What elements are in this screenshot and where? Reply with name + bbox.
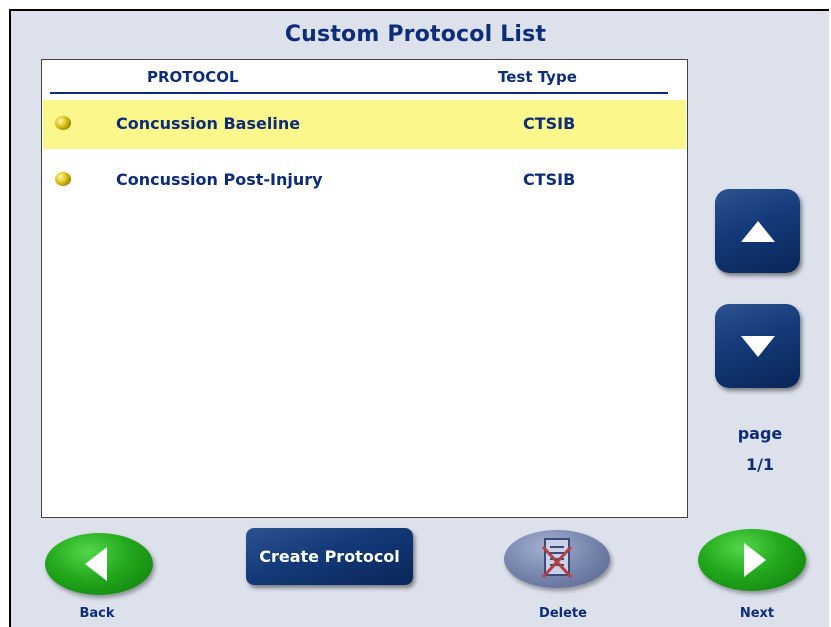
triangle-up-icon (740, 220, 775, 242)
header-divider (50, 92, 668, 94)
protocol-test-type: CTSIB (523, 114, 576, 133)
bullet-icon (55, 116, 71, 130)
protocol-list: PROTOCOL Test Type Concussion Baseline C… (41, 59, 688, 518)
arrow-right-icon (744, 543, 766, 577)
scroll-down-button[interactable] (715, 304, 800, 388)
create-protocol-button[interactable]: Create Protocol (246, 528, 413, 585)
page-title: Custom Protocol List (284, 22, 547, 47)
column-header-protocol: PROTOCOL (147, 68, 239, 86)
back-button[interactable] (45, 533, 153, 595)
back-label: Back (79, 606, 115, 621)
bullet-icon (55, 172, 71, 186)
protocol-name: Concussion Baseline (116, 114, 301, 133)
protocol-test-type: CTSIB (523, 170, 576, 189)
list-item[interactable]: Concussion Baseline CTSIB (43, 100, 686, 149)
next-button[interactable] (698, 529, 806, 591)
column-header-test-type: Test Type (498, 68, 577, 86)
next-label: Next (739, 606, 775, 621)
delete-button[interactable] (504, 530, 610, 588)
scroll-up-button[interactable] (715, 189, 800, 273)
delete-label: Delete (539, 606, 587, 621)
page-label: page (737, 424, 783, 443)
list-item[interactable]: Concussion Post-Injury CTSIB (43, 156, 686, 205)
triangle-down-icon (740, 335, 775, 357)
page-number: 1/1 (745, 455, 775, 474)
protocol-name: Concussion Post-Injury (116, 170, 323, 189)
delete-document-icon (541, 538, 573, 579)
arrow-left-icon (85, 547, 107, 581)
